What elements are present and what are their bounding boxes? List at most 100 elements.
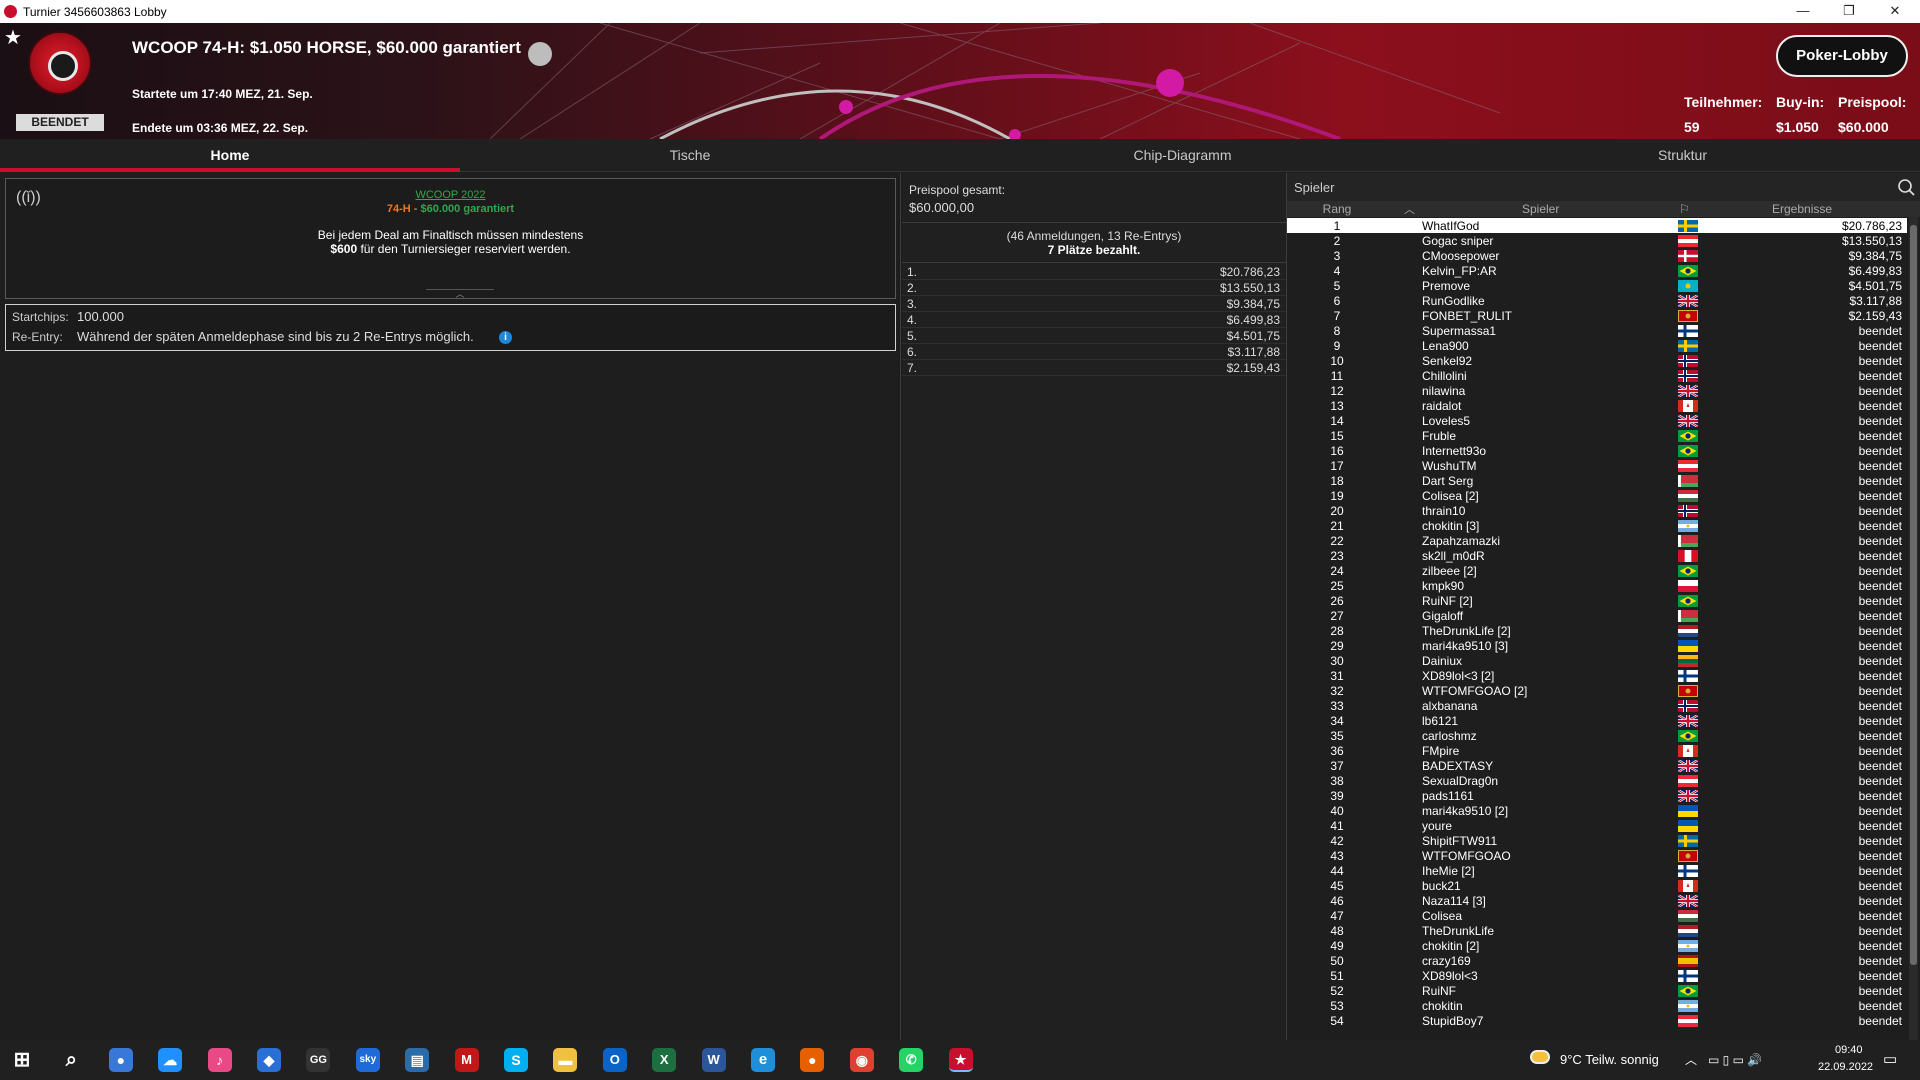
file-explorer-icon[interactable]: ▬ xyxy=(553,1048,578,1072)
player-row[interactable]: 46 Naza114 [3] beendet xyxy=(1287,893,1907,908)
player-row[interactable]: 24 zilbeee [2] beendet xyxy=(1287,563,1907,578)
favorite-star-icon[interactable]: ★ xyxy=(4,25,22,50)
excel-icon[interactable]: X xyxy=(652,1048,677,1072)
search-icon[interactable] xyxy=(1897,178,1915,196)
player-row[interactable]: 52 RuiNF beendet xyxy=(1287,983,1907,998)
player-row[interactable]: 4 Kelvin_FP:AR $6.499,83 xyxy=(1287,263,1907,278)
player-row[interactable]: 40 mari4ka9510 [2] beendet xyxy=(1287,803,1907,818)
video-icon[interactable]: ▤ xyxy=(405,1048,430,1072)
info-icon[interactable]: i xyxy=(499,331,512,344)
flag-column-icon[interactable]: ⚐ xyxy=(1679,202,1690,216)
player-row[interactable]: 8 Supermassa1 beendet xyxy=(1287,323,1907,338)
player-row[interactable]: 5 Premove $4.501,75 xyxy=(1287,278,1907,293)
outlook-icon[interactable]: O xyxy=(602,1048,627,1072)
player-search-bar[interactable]: Spieler xyxy=(1287,173,1920,201)
notification-icon[interactable]: ▭ xyxy=(1883,1040,1897,1080)
player-row[interactable]: 42 ShipitFTW911 beendet xyxy=(1287,833,1907,848)
sky-icon[interactable]: sky xyxy=(355,1048,380,1072)
itunes-icon[interactable]: ♪ xyxy=(207,1048,232,1072)
scrollbar-thumb[interactable] xyxy=(1910,225,1917,965)
player-row[interactable]: 13 raidalot beendet xyxy=(1287,398,1907,413)
tab-chip-chart[interactable]: Chip-Diagramm xyxy=(920,139,1445,172)
app-icon[interactable]: ◆ xyxy=(257,1048,281,1072)
edge-icon[interactable]: e xyxy=(751,1048,775,1072)
series-link[interactable]: WCOOP 2022 xyxy=(415,189,485,201)
player-row[interactable]: 34 lb6121 beendet xyxy=(1287,713,1907,728)
windows-start-icon[interactable]: ⊞ xyxy=(10,1048,34,1072)
col-player[interactable]: Spieler xyxy=(1522,202,1559,216)
player-row[interactable]: 3 CMoosepower $9.384,75 xyxy=(1287,248,1907,263)
player-row[interactable]: 9 Lena900 beendet xyxy=(1287,338,1907,353)
player-row[interactable]: 23 sk2ll_m0dR beendet xyxy=(1287,548,1907,563)
player-row[interactable]: 19 Colisea [2] beendet xyxy=(1287,488,1907,503)
firefox-icon[interactable]: ● xyxy=(800,1048,825,1072)
player-row[interactable]: 22 Zapahzamazki beendet xyxy=(1287,533,1907,548)
player-row[interactable]: 48 TheDrunkLife beendet xyxy=(1287,923,1907,938)
player-row[interactable]: 6 RunGodlike $3.117,88 xyxy=(1287,293,1907,308)
word-icon[interactable]: W xyxy=(701,1048,726,1072)
player-row[interactable]: 47 Colisea beendet xyxy=(1287,908,1907,923)
search-icon[interactable]: ⌕ xyxy=(59,1048,84,1072)
player-row[interactable]: 26 RuiNF [2] beendet xyxy=(1287,593,1907,608)
player-row[interactable]: 41 youre beendet xyxy=(1287,818,1907,833)
col-rank[interactable]: Rang xyxy=(1287,202,1387,216)
player-row[interactable]: 49 chokitin [2] beendet xyxy=(1287,938,1907,953)
player-list-scrollbar[interactable] xyxy=(1909,217,1918,1040)
player-row[interactable]: 33 alxbanana beendet xyxy=(1287,698,1907,713)
player-row[interactable]: 54 StupidBoy7 beendet xyxy=(1287,1013,1907,1028)
player-row[interactable]: 39 pads1161 beendet xyxy=(1287,788,1907,803)
tab-structure[interactable]: Struktur xyxy=(1445,139,1920,172)
player-row[interactable]: 29 mari4ka9510 [3] beendet xyxy=(1287,638,1907,653)
player-row[interactable]: 11 Chillolini beendet xyxy=(1287,368,1907,383)
player-row[interactable]: 14 Loveles5 beendet xyxy=(1287,413,1907,428)
tray-icons[interactable]: ▭ ▯ ▭ 🔊 xyxy=(1708,1040,1762,1080)
player-row[interactable]: 12 nilawina beendet xyxy=(1287,383,1907,398)
chrome-icon[interactable]: ◉ xyxy=(849,1048,874,1072)
player-row[interactable]: 50 crazy169 beendet xyxy=(1287,953,1907,968)
clock-date[interactable]: 22.09.2022 xyxy=(1818,1061,1873,1077)
player-row[interactable]: 31 XD89lol<3 [2] beendet xyxy=(1287,668,1907,683)
weather-icon[interactable] xyxy=(1530,1040,1550,1080)
player-row[interactable]: 28 TheDrunkLife [2] beendet xyxy=(1287,623,1907,638)
player-row[interactable]: 1 WhatIfGod $20.786,23 xyxy=(1287,218,1907,233)
player-row[interactable]: 21 chokitin [3] beendet xyxy=(1287,518,1907,533)
player-row[interactable]: 30 Dainiux beendet xyxy=(1287,653,1907,668)
player-row[interactable]: 37 BADEXTASY beendet xyxy=(1287,758,1907,773)
player-row[interactable]: 10 Senkel92 beendet xyxy=(1287,353,1907,368)
player-row[interactable]: 43 WTFOMFGOAO beendet xyxy=(1287,848,1907,863)
col-result[interactable]: Ergebnisse xyxy=(1772,202,1832,216)
player-row[interactable]: 20 thrain10 beendet xyxy=(1287,503,1907,518)
weather-text[interactable]: 9°C Teilw. sonnig xyxy=(1560,1040,1659,1080)
player-row[interactable]: 16 Internett93o beendet xyxy=(1287,443,1907,458)
cortana-icon[interactable]: ● xyxy=(108,1048,133,1072)
player-row[interactable]: 53 chokitin beendet xyxy=(1287,998,1907,1013)
close-button[interactable]: ✕ xyxy=(1872,0,1918,23)
tab-tables[interactable]: Tische xyxy=(460,139,920,172)
gg-icon[interactable]: GG xyxy=(306,1048,331,1072)
player-row[interactable]: 18 Dart Serg beendet xyxy=(1287,473,1907,488)
clock-time[interactable]: 09:40 xyxy=(1835,1044,1863,1060)
player-row[interactable]: 38 SexualDrag0n beendet xyxy=(1287,773,1907,788)
player-row[interactable]: 32 WTFOMFGOAO [2] beendet xyxy=(1287,683,1907,698)
player-row[interactable]: 36 FMpire beendet xyxy=(1287,743,1907,758)
mcafee-icon[interactable]: M xyxy=(454,1048,479,1072)
player-row[interactable]: 45 buck21 beendet xyxy=(1287,878,1907,893)
poker-lobby-button[interactable]: Poker-Lobby xyxy=(1776,35,1908,77)
player-row[interactable]: 7 FONBET_RULIT $2.159,43 xyxy=(1287,308,1907,323)
player-row[interactable]: 15 Fruble beendet xyxy=(1287,428,1907,443)
player-row[interactable]: 27 Gigaloff beendet xyxy=(1287,608,1907,623)
skype-icon[interactable]: S xyxy=(504,1048,528,1072)
tray-chevron-icon[interactable]: ︿ xyxy=(1685,1040,1697,1080)
player-row[interactable]: 51 XD89lol<3 beendet xyxy=(1287,968,1907,983)
pokerstars-icon[interactable]: ★ xyxy=(948,1048,973,1072)
player-row[interactable]: 35 carloshmz beendet xyxy=(1287,728,1907,743)
player-row[interactable]: 25 kmpk90 beendet xyxy=(1287,578,1907,593)
minimize-button[interactable]: — xyxy=(1780,0,1826,23)
player-row[interactable]: 44 IheMie [2] beendet xyxy=(1287,863,1907,878)
sort-ascending-icon[interactable]: ︿ xyxy=(1404,201,1415,217)
whatsapp-icon[interactable]: ✆ xyxy=(899,1048,924,1072)
collapse-chevron-icon[interactable]: ︿ xyxy=(426,289,494,300)
player-row[interactable]: 17 WushuTM beendet xyxy=(1287,458,1907,473)
onedrive-icon[interactable]: ☁ xyxy=(158,1048,183,1072)
maximize-button[interactable]: ❐ xyxy=(1826,0,1872,23)
